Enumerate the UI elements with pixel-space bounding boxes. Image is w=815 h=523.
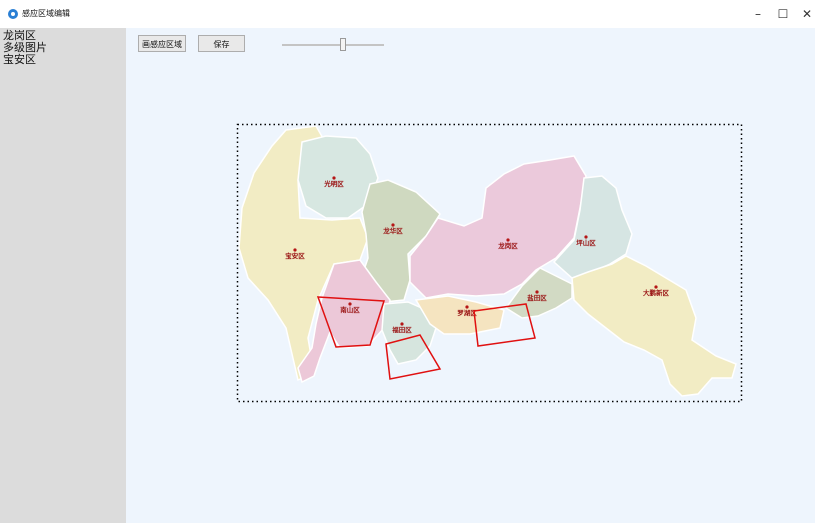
map-label-dapeng: 大鹏新区 [643, 288, 670, 297]
app-icon [8, 9, 18, 19]
map-region-longgang [409, 155, 587, 299]
close-button[interactable]: ✕ [792, 4, 815, 24]
map-label-baoan: 宝安区 [285, 251, 305, 260]
title-bar: 感应区域编辑 – ☐ ✕ [0, 0, 815, 29]
main-panel: 画感应区域 保存 光明区 龙华区 宝安区 南山区 福田区 罗湖区 盐田区 龙岗区… [126, 28, 815, 523]
map-label-longhua: 龙华区 [382, 226, 403, 235]
map-label-yantian: 盐田区 [527, 293, 547, 302]
map-label-nanshan: 南山区 [340, 305, 360, 314]
map-label-longgang: 龙岗区 [497, 241, 518, 250]
map-region-dapeng [571, 255, 737, 397]
map-label-guangming: 光明区 [323, 179, 344, 188]
map-label-futian: 福田区 [391, 325, 412, 334]
sidebar-item-baoan[interactable]: 宝安区 [0, 54, 126, 66]
window-title: 感应区域编辑 [22, 9, 70, 18]
sidebar: 龙岗区 多级图片 宝安区 [0, 28, 126, 523]
district-map[interactable]: 光明区 龙华区 宝安区 南山区 福田区 罗湖区 盐田区 龙岗区 坪山区 大鹏新区 [126, 28, 815, 523]
map-label-pingshan: 坪山区 [576, 238, 596, 247]
